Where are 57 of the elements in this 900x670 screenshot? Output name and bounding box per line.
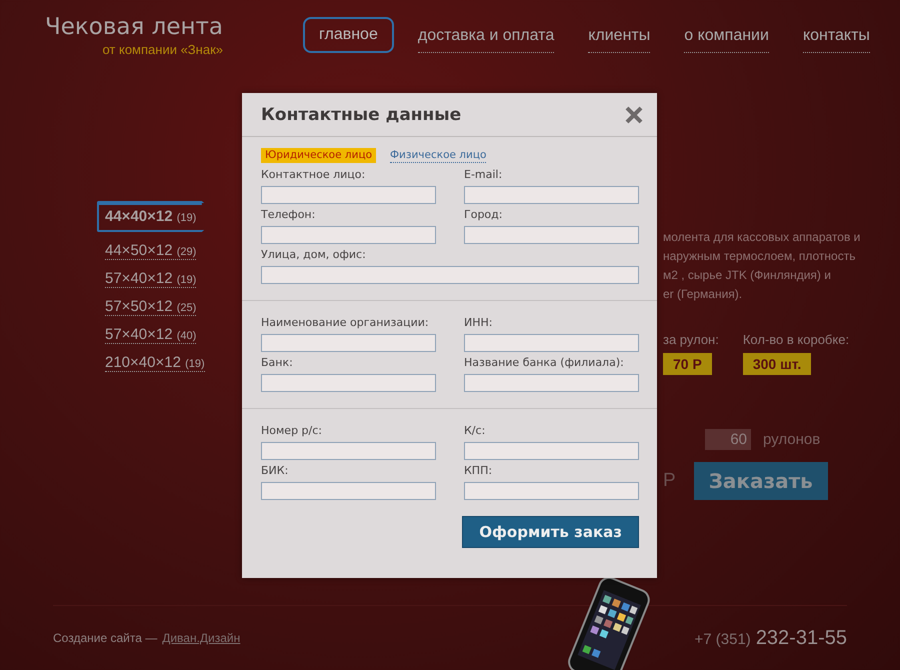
description-text: молента для кассовых аппаратов и bbox=[663, 229, 860, 246]
field-label: Банк: bbox=[261, 356, 294, 369]
input-field[interactable] bbox=[261, 334, 436, 352]
input-field[interactable] bbox=[261, 266, 639, 284]
input-field[interactable] bbox=[261, 186, 436, 204]
credit-text: Создание сайта — bbox=[53, 631, 158, 645]
field-label: К/с: bbox=[464, 424, 486, 437]
description-text: наружным термослоем, плотность bbox=[663, 248, 856, 265]
dialog-title: Контактные данные bbox=[261, 104, 462, 124]
input-field[interactable] bbox=[261, 374, 436, 392]
field-label: Контактное лицо: bbox=[261, 168, 366, 181]
input-field[interactable] bbox=[261, 442, 436, 460]
logo-subtitle: от компании «Знак» bbox=[102, 42, 223, 57]
nav-link[interactable]: о компании bbox=[684, 27, 769, 53]
field-label: Номер р/с: bbox=[261, 424, 323, 437]
field-label: E-mail: bbox=[464, 168, 504, 181]
credit-link[interactable]: Диван.Дизайн bbox=[162, 631, 240, 645]
input-field[interactable] bbox=[261, 226, 436, 244]
tab[interactable]: Физическое лицо bbox=[390, 148, 486, 163]
close-icon[interactable] bbox=[625, 106, 643, 124]
tab[interactable]: Юридическое лицо bbox=[261, 148, 376, 163]
field-label: Город: bbox=[464, 208, 504, 221]
logo-title[interactable]: Чековая лента bbox=[44, 14, 223, 40]
box-quantity-label: Кол-во в коробке: bbox=[742, 332, 850, 347]
field-label: Название банка (филиала): bbox=[464, 356, 625, 369]
size-item[interactable]: 44×50×12 (29) bbox=[105, 242, 196, 260]
box-quantity-tag: 300 шт. bbox=[742, 353, 812, 375]
field-label: Улица, дом, офис: bbox=[261, 248, 367, 261]
description-text: м2 , сырье JTK (Финляндия) и bbox=[663, 267, 832, 284]
description-text: er (Германия). bbox=[663, 286, 744, 303]
field-label: Телефон: bbox=[261, 208, 316, 221]
size-item[interactable]: 57×50×12 (25) bbox=[105, 298, 196, 316]
size-item[interactable]: 57×40×12 (40) bbox=[105, 326, 196, 344]
input-field[interactable] bbox=[464, 442, 639, 460]
field-label: БИК: bbox=[261, 464, 290, 477]
quantity-unit: рулонов bbox=[763, 431, 820, 448]
field-label: ИНН: bbox=[464, 316, 494, 329]
price-label: за рулон: bbox=[663, 332, 719, 347]
input-field[interactable] bbox=[464, 482, 639, 500]
nav-link[interactable]: доставка и оплата bbox=[418, 27, 554, 53]
nav-link[interactable]: главное bbox=[303, 17, 394, 53]
input-field[interactable] bbox=[464, 186, 639, 204]
size-item[interactable]: 57×40×12 (19) bbox=[105, 270, 196, 288]
submit-button[interactable]: Оформить заказ bbox=[462, 516, 639, 548]
input-field[interactable] bbox=[464, 374, 639, 392]
input-field[interactable] bbox=[261, 482, 436, 500]
phone-code: +7 (351) bbox=[694, 630, 751, 648]
phone-number: 232-31-55 bbox=[756, 626, 847, 650]
field-label: Наименование организации: bbox=[261, 316, 430, 329]
nav-link[interactable]: контакты bbox=[802, 27, 870, 53]
price-tag: 70 Р bbox=[663, 353, 712, 375]
nav-link[interactable]: клиенты bbox=[588, 27, 650, 53]
input-field[interactable] bbox=[464, 334, 639, 352]
total-price: Р bbox=[663, 470, 676, 492]
field-label: КПП: bbox=[464, 464, 494, 477]
size-item[interactable]: 210×40×12 (19) bbox=[105, 354, 205, 372]
input-field[interactable] bbox=[464, 226, 639, 244]
